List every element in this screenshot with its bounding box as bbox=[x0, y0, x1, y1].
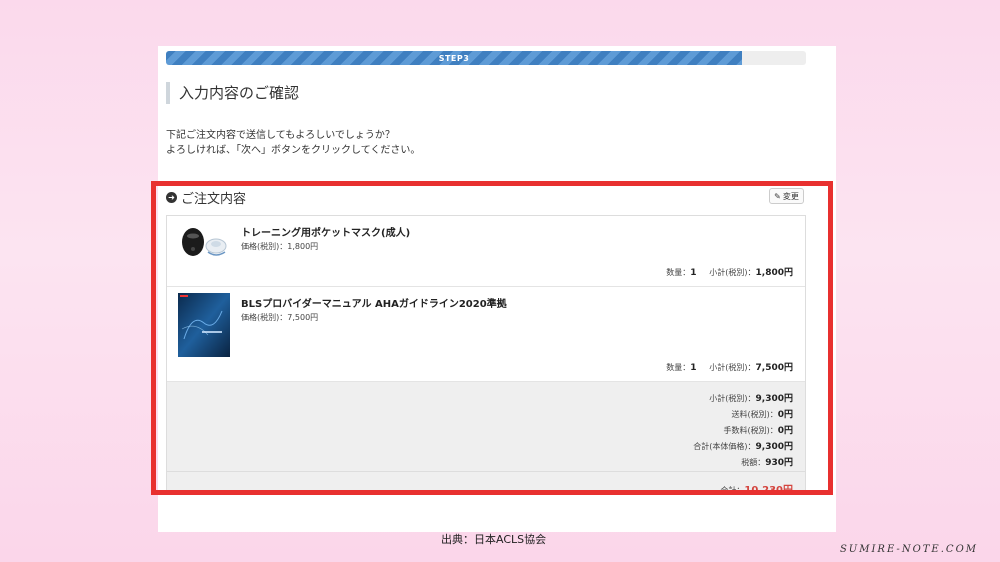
qty-label: 数量： bbox=[666, 363, 691, 372]
subtotal-label: 小計(税別)： bbox=[709, 363, 756, 372]
subtotal-value: 7,500円 bbox=[755, 363, 793, 373]
confirm-message-line-1: 下記ご注文内容で送信してもよろしいでしょうか？ bbox=[166, 130, 395, 141]
step-progress-bar: STEP3 bbox=[166, 51, 806, 65]
item-price-label: 価格(税別)： bbox=[241, 313, 288, 322]
qty-value: 1 bbox=[690, 363, 697, 373]
summary-fee: 手数料(税別)：0円 bbox=[167, 423, 793, 439]
order-summary: 小計(税別)：9,300円 送料(税別)：0円 手数料(税別)：0円 合計(本体… bbox=[167, 382, 805, 472]
site-watermark: SUMIRE-NOTE.COM bbox=[839, 544, 978, 555]
order-item: BLSプロバイダーマニュアル AHAガイドライン2020準拠 価格(税別)：7,… bbox=[167, 287, 805, 382]
order-section-title: ご注文内容 bbox=[181, 192, 247, 207]
step-label: STEP3 bbox=[438, 53, 470, 63]
summary-fee-label: 手数料(税別)： bbox=[723, 426, 778, 435]
summary-shipping: 送料(税別)：0円 bbox=[167, 407, 793, 423]
item-price-label: 価格(税別)： bbox=[241, 242, 288, 251]
grand-total-label: 合計： bbox=[720, 486, 745, 495]
qty-value: 1 bbox=[690, 268, 697, 278]
subtotal-label: 小計(税別)： bbox=[709, 268, 756, 277]
item-quantity-subtotal: 数量：1 小計(税別)：1,800円 bbox=[666, 265, 793, 278]
summary-net-total: 合計(本体価格)：9,300円 bbox=[167, 439, 793, 455]
item-price-value: 7,500円 bbox=[287, 313, 319, 322]
arrow-circle-right-icon: ➜ bbox=[166, 192, 177, 203]
pocket-mask-image bbox=[182, 228, 227, 256]
summary-tax-value: 930円 bbox=[765, 458, 793, 468]
step-progress-fill: STEP3 bbox=[166, 51, 742, 65]
summary-net-total-value: 9,300円 bbox=[755, 442, 793, 452]
checkout-panel: STEP3 入力内容のご確認 下記ご注文内容で送信してもよろしいでしょうか？ よ… bbox=[158, 46, 836, 532]
summary-shipping-label: 送料(税別)： bbox=[731, 410, 778, 419]
summary-tax-label: 税額： bbox=[741, 458, 766, 467]
grand-total-row: 合計：10,230円 bbox=[167, 472, 805, 495]
edit-button-label: 変更 bbox=[782, 191, 799, 201]
page-title: 入力内容のご確認 bbox=[166, 82, 299, 104]
summary-tax: 税額：930円 bbox=[167, 455, 793, 471]
item-price: 価格(税別)：7,500円 bbox=[241, 312, 318, 323]
confirm-message: 下記ご注文内容で送信してもよろしいでしょうか？ よろしければ、「次へ」ボタンをク… bbox=[166, 128, 420, 158]
bls-manual-cover-image bbox=[178, 293, 230, 357]
summary-shipping-value: 0円 bbox=[777, 410, 793, 420]
confirm-message-line-2: よろしければ、「次へ」ボタンをクリックしてください。 bbox=[166, 145, 421, 156]
qty-label: 数量： bbox=[666, 268, 691, 277]
pencil-icon: ✎ bbox=[774, 191, 781, 201]
summary-fee-value: 0円 bbox=[777, 426, 793, 436]
order-table: トレーニング用ポケットマスク(成人) 価格(税別)：1,800円 数量：1 小計… bbox=[166, 215, 806, 495]
item-price: 価格(税別)：1,800円 bbox=[241, 241, 318, 252]
item-quantity-subtotal: 数量：1 小計(税別)：7,500円 bbox=[666, 360, 793, 373]
order-item: トレーニング用ポケットマスク(成人) 価格(税別)：1,800円 数量：1 小計… bbox=[167, 216, 805, 287]
summary-subtotal: 小計(税別)：9,300円 bbox=[167, 391, 793, 407]
grand-total-value: 10,230円 bbox=[744, 485, 793, 495]
item-price-value: 1,800円 bbox=[287, 242, 319, 251]
edit-button[interactable]: ✎ 変更 bbox=[769, 188, 804, 204]
subtotal-value: 1,800円 bbox=[755, 268, 793, 278]
summary-subtotal-value: 9,300円 bbox=[755, 394, 793, 404]
summary-net-total-label: 合計(本体価格)： bbox=[693, 442, 756, 451]
source-credit: 出典：日本ACLS協会 bbox=[441, 533, 547, 546]
summary-subtotal-label: 小計(税別)： bbox=[709, 394, 756, 403]
order-section-header: ➜ ご注文内容 bbox=[166, 188, 246, 207]
item-name: BLSプロバイダーマニュアル AHAガイドライン2020準拠 bbox=[241, 299, 507, 310]
item-name: トレーニング用ポケットマスク(成人) bbox=[241, 228, 411, 239]
